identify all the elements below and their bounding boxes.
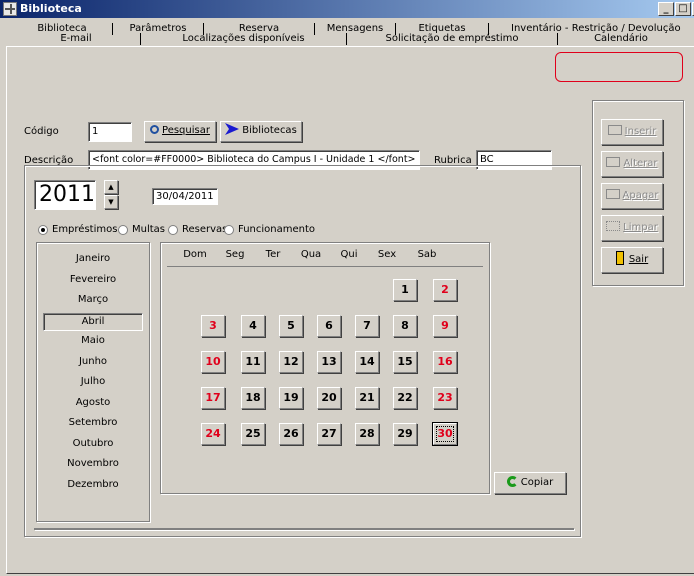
- arrow-down-icon: ▼: [108, 198, 114, 206]
- tab-email[interactable]: E-mail: [12, 32, 140, 46]
- day-button[interactable]: 26: [279, 423, 303, 445]
- days-panel: Dom Seg Ter Qua Qui Sex Sab 1 2 3 4 5 6 7 8 9 10 11 12 13 1…: [160, 242, 490, 494]
- radio-emprestimos[interactable]: [38, 225, 48, 235]
- month-item[interactable]: Agosto: [43, 395, 143, 413]
- app-icon: [3, 2, 17, 16]
- sair-button[interactable]: Sair: [601, 247, 663, 273]
- alterar-label: Alterar: [623, 158, 658, 169]
- day-button[interactable]: 9: [433, 315, 457, 337]
- month-item[interactable]: Abril: [43, 312, 143, 331]
- window-title: Biblioteca: [20, 2, 82, 15]
- day-button[interactable]: 3: [201, 315, 225, 337]
- radio-funcionamento[interactable]: [224, 225, 234, 235]
- day-button[interactable]: 17: [201, 387, 225, 409]
- month-list: Janeiro Fevereiro Março Abril Maio Junho Julho…: [43, 251, 143, 511]
- year-down-button[interactable]: ▼: [104, 195, 118, 209]
- day-button[interactable]: 27: [317, 423, 341, 445]
- month-item[interactable]: Novembro: [43, 456, 143, 474]
- day-button[interactable]: 13: [317, 351, 341, 373]
- tab-localizacoes[interactable]: Localizações disponíveis: [141, 32, 346, 46]
- day-button[interactable]: 21: [355, 387, 379, 409]
- day-button[interactable]: 1: [393, 279, 417, 301]
- day-button[interactable]: 19: [279, 387, 303, 409]
- radio-multas[interactable]: [118, 225, 128, 235]
- date-input[interactable]: 30/04/2011: [152, 188, 218, 205]
- month-item[interactable]: Outubro: [43, 436, 143, 454]
- pesquisar-button[interactable]: Pesquisar: [144, 121, 216, 142]
- month-item[interactable]: Junho: [43, 354, 143, 372]
- bibliotecas-button[interactable]: Bibliotecas: [220, 121, 302, 142]
- radio-emprestimos-label: Empréstimos: [52, 224, 118, 235]
- day-button[interactable]: 10: [201, 351, 225, 373]
- apagar-button[interactable]: Apagar: [601, 183, 663, 209]
- month-item[interactable]: Dezembro: [43, 477, 143, 495]
- month-item[interactable]: Julho: [43, 374, 143, 392]
- day-button[interactable]: 11: [241, 351, 265, 373]
- day-grid: 1 2 3 4 5 6 7 8 9 10 11 12 13 14 15 16 17 18 19 20 21 22 23 24 2…: [161, 243, 491, 495]
- calendar-type-radios: Empréstimos Multas Reservas Funcionament…: [38, 224, 338, 238]
- application-window: Biblioteca _ □ × Biblioteca Parâmetros R…: [0, 0, 694, 576]
- radio-multas-label: Multas: [132, 224, 166, 235]
- clear-icon: [606, 221, 621, 231]
- edit-icon: [606, 157, 621, 167]
- limpar-label: Limpar: [623, 222, 658, 233]
- copiar-label: Copiar: [520, 477, 554, 488]
- day-button[interactable]: 6: [317, 315, 341, 337]
- refresh-icon: [506, 476, 518, 487]
- month-item[interactable]: Março: [43, 292, 143, 310]
- inserir-button[interactable]: Inserir: [601, 119, 663, 145]
- day-button[interactable]: 16: [433, 351, 457, 373]
- codigo-input[interactable]: 1: [88, 122, 132, 142]
- arrow-up-icon: ▲: [108, 183, 114, 191]
- action-panel: Inserir Alterar Apagar Limpar Sair: [592, 100, 684, 286]
- day-button[interactable]: 28: [355, 423, 379, 445]
- year-up-button[interactable]: ▲: [104, 180, 118, 194]
- month-list-panel: Janeiro Fevereiro Março Abril Maio Junho Julho…: [36, 242, 150, 522]
- day-button[interactable]: 2: [433, 279, 457, 301]
- month-item[interactable]: Setembro: [43, 415, 143, 433]
- radio-funcionamento-label: Funcionamento: [238, 224, 316, 235]
- bibliotecas-label: Bibliotecas: [242, 125, 297, 136]
- radio-reservas[interactable]: [168, 225, 178, 235]
- radio-reservas-label: Reservas: [182, 224, 228, 235]
- day-button[interactable]: 15: [393, 351, 417, 373]
- alterar-button[interactable]: Alterar: [601, 151, 663, 177]
- day-button[interactable]: 7: [355, 315, 379, 337]
- day-button[interactable]: 8: [393, 315, 417, 337]
- arrow-right-icon: [225, 123, 240, 135]
- day-button[interactable]: 12: [279, 351, 303, 373]
- day-button[interactable]: 29: [393, 423, 417, 445]
- day-button[interactable]: 30: [433, 423, 457, 445]
- day-button[interactable]: 5: [279, 315, 303, 337]
- day-button[interactable]: 14: [355, 351, 379, 373]
- codigo-label: Código: [24, 126, 59, 137]
- delete-icon: [605, 189, 620, 199]
- copiar-button[interactable]: Copiar: [494, 472, 566, 494]
- inserir-label: Inserir: [624, 126, 657, 137]
- month-item[interactable]: Maio: [43, 333, 143, 351]
- search-icon: [150, 125, 160, 134]
- insert-icon: [607, 125, 622, 135]
- sair-label: Sair: [628, 254, 649, 265]
- limpar-button[interactable]: Limpar: [601, 215, 663, 241]
- day-button[interactable]: 22: [393, 387, 417, 409]
- day-button[interactable]: 18: [241, 387, 265, 409]
- day-button[interactable]: 4: [241, 315, 265, 337]
- apagar-label: Apagar: [622, 190, 659, 201]
- day-button[interactable]: 23: [433, 387, 457, 409]
- year-input[interactable]: 2011: [34, 180, 96, 210]
- maximize-button[interactable]: □: [675, 2, 691, 16]
- minimize-button[interactable]: _: [658, 2, 674, 16]
- exit-door-icon: [615, 251, 624, 265]
- title-bar: Biblioteca _ □ ×: [0, 0, 694, 18]
- pesquisar-label: Pesquisar: [162, 125, 210, 136]
- day-button[interactable]: 20: [317, 387, 341, 409]
- day-button[interactable]: 25: [241, 423, 265, 445]
- month-item[interactable]: Janeiro: [43, 251, 143, 269]
- calendar-inner-divider: [34, 528, 574, 530]
- day-button[interactable]: 24: [201, 423, 225, 445]
- month-item[interactable]: Fevereiro: [43, 272, 143, 290]
- tab-solicitacao[interactable]: Solicitação de empréstimo: [347, 32, 557, 46]
